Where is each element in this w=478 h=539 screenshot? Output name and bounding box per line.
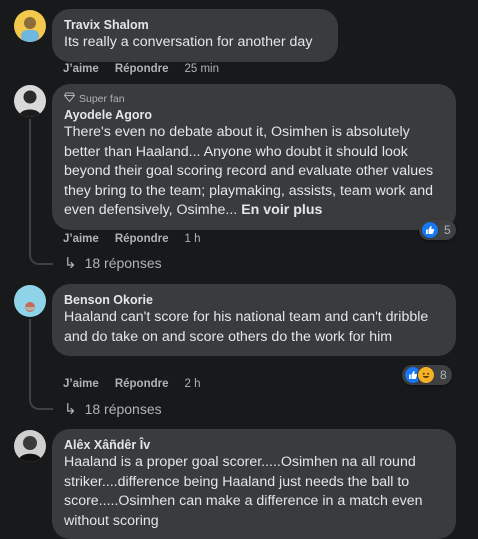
like-button[interactable]: J’aime [63, 378, 99, 390]
comment-author[interactable]: Benson Okorie [64, 292, 444, 308]
comment-bubble: Travix Shalom Its really a conversation … [52, 9, 338, 62]
reaction-count: 5 [444, 223, 451, 237]
comment-actions: J’aime Répondre 1 h [63, 233, 200, 245]
view-replies-link[interactable]: ↳ 18 réponses [64, 254, 162, 272]
comment-text: Haaland can't score for his national tea… [64, 309, 429, 345]
comment-author[interactable]: Alêx Xâñdêr Îv [64, 437, 444, 453]
reply-arrow-icon: ↳ [64, 255, 77, 272]
like-button[interactable]: J’aime [63, 63, 99, 75]
reply-button[interactable]: Répondre [115, 378, 169, 390]
comment-text: Its really a conversation for another da… [64, 34, 313, 50]
comment-text: There's even no debate about it, Osimhen… [64, 123, 444, 221]
comment-actions: J’aime Répondre 25 min [63, 63, 219, 75]
avatar[interactable] [14, 430, 46, 462]
comment-timestamp[interactable]: 25 min [184, 63, 219, 75]
avatar[interactable] [14, 85, 46, 117]
haha-reaction-icon [417, 366, 435, 384]
reaction-summary[interactable]: 5 [419, 220, 456, 240]
like-button[interactable]: J’aime [63, 233, 99, 245]
avatar[interactable] [14, 10, 46, 42]
comment-author[interactable]: Travix Shalom [64, 17, 326, 33]
comment-text: Haaland is a proper goal scorer.....Osim… [64, 454, 423, 529]
reply-button[interactable]: Répondre [115, 63, 169, 75]
view-replies-link[interactable]: ↳ 18 réponses [64, 400, 162, 418]
replies-count-label: 18 réponses [84, 401, 162, 417]
replies-connector [29, 385, 53, 410]
diamond-icon [63, 92, 76, 105]
super-fan-badge: Super fan [63, 92, 444, 105]
reply-arrow-icon: ↳ [64, 401, 77, 418]
comment-actions: J’aime Répondre 2 h [63, 378, 200, 390]
replies-count-label: 18 réponses [84, 255, 162, 271]
see-more-link[interactable]: En voir plus [241, 202, 322, 218]
reaction-count: 8 [440, 368, 447, 382]
badge-label: Super fan [79, 92, 125, 105]
reaction-summary[interactable]: 8 [402, 365, 452, 385]
comment-bubble: Alêx Xâñdêr Îv Haaland is a proper goal … [52, 429, 456, 539]
comment-bubble: Super fan Ayodele Agoro There's even no … [52, 84, 456, 230]
comment-timestamp[interactable]: 1 h [184, 233, 200, 245]
like-reaction-icon [421, 221, 439, 239]
reply-button[interactable]: Répondre [115, 233, 169, 245]
comment-timestamp[interactable]: 2 h [184, 378, 200, 390]
thread-line [29, 119, 31, 253]
replies-connector [29, 240, 53, 265]
comment-bubble: Benson Okorie Haaland can't score for hi… [52, 284, 456, 356]
comment-author[interactable]: Ayodele Agoro [64, 107, 444, 123]
avatar[interactable] [14, 285, 46, 317]
